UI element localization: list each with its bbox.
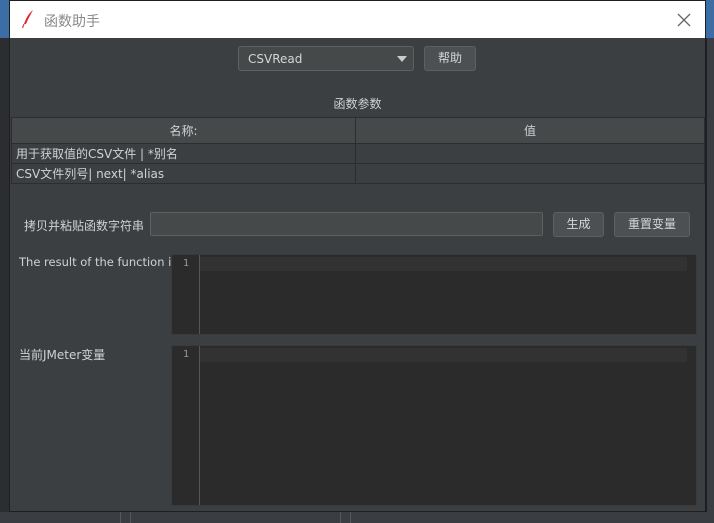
function-helper-dialog: 函数助手 CSVRead 帮助 函数参数 名称: 值 用于获取值的CSV文件 |… xyxy=(9,0,706,512)
background-app-footer xyxy=(0,512,714,523)
current-line-highlight xyxy=(200,257,687,271)
params-section-title: 函数参数 xyxy=(333,97,382,111)
param-value-cell[interactable] xyxy=(355,163,705,184)
generate-button[interactable]: 生成 xyxy=(553,212,604,237)
line-number-gutter: 1 xyxy=(172,255,200,334)
column-header-value[interactable]: 值 xyxy=(355,117,705,144)
table-row[interactable]: 用于获取值的CSV文件 | *别名 xyxy=(11,143,705,164)
result-editor[interactable]: 1 xyxy=(171,254,697,335)
params-table: 名称: 值 用于获取值的CSV文件 | *别名 CSV文件列号| next| *… xyxy=(11,117,705,184)
function-select[interactable]: CSVRead xyxy=(238,46,414,71)
title-bar[interactable]: 函数助手 xyxy=(10,1,705,38)
param-name-cell[interactable]: 用于获取值的CSV文件 | *别名 xyxy=(11,143,356,164)
jmeter-variables-editor[interactable]: 1 xyxy=(171,345,697,506)
window-title: 函数助手 xyxy=(44,14,100,30)
column-header-name[interactable]: 名称: xyxy=(11,117,356,144)
help-button[interactable]: 帮助 xyxy=(424,46,476,71)
function-string-input[interactable] xyxy=(150,212,543,236)
function-select-value: CSVRead xyxy=(248,52,303,66)
background-app-panel xyxy=(706,38,714,523)
table-row[interactable]: CSV文件列号| next| *alias xyxy=(11,163,705,184)
feather-icon xyxy=(21,10,33,29)
param-value-cell[interactable] xyxy=(355,143,705,164)
paste-function-label: 拷贝并粘贴函数字符串 xyxy=(24,219,145,233)
close-icon[interactable] xyxy=(674,10,694,30)
line-number-gutter: 1 xyxy=(172,346,200,505)
result-label: The result of the function is xyxy=(19,255,178,269)
chevron-down-icon xyxy=(397,56,407,62)
current-line-highlight xyxy=(200,348,687,362)
line-number: 1 xyxy=(182,349,189,360)
line-number: 1 xyxy=(182,258,189,269)
reset-variables-button[interactable]: 重置变量 xyxy=(614,212,690,237)
param-name-cell[interactable]: CSV文件列号| next| *alias xyxy=(11,163,356,184)
jmeter-variables-label: 当前JMeter变量 xyxy=(19,348,106,362)
